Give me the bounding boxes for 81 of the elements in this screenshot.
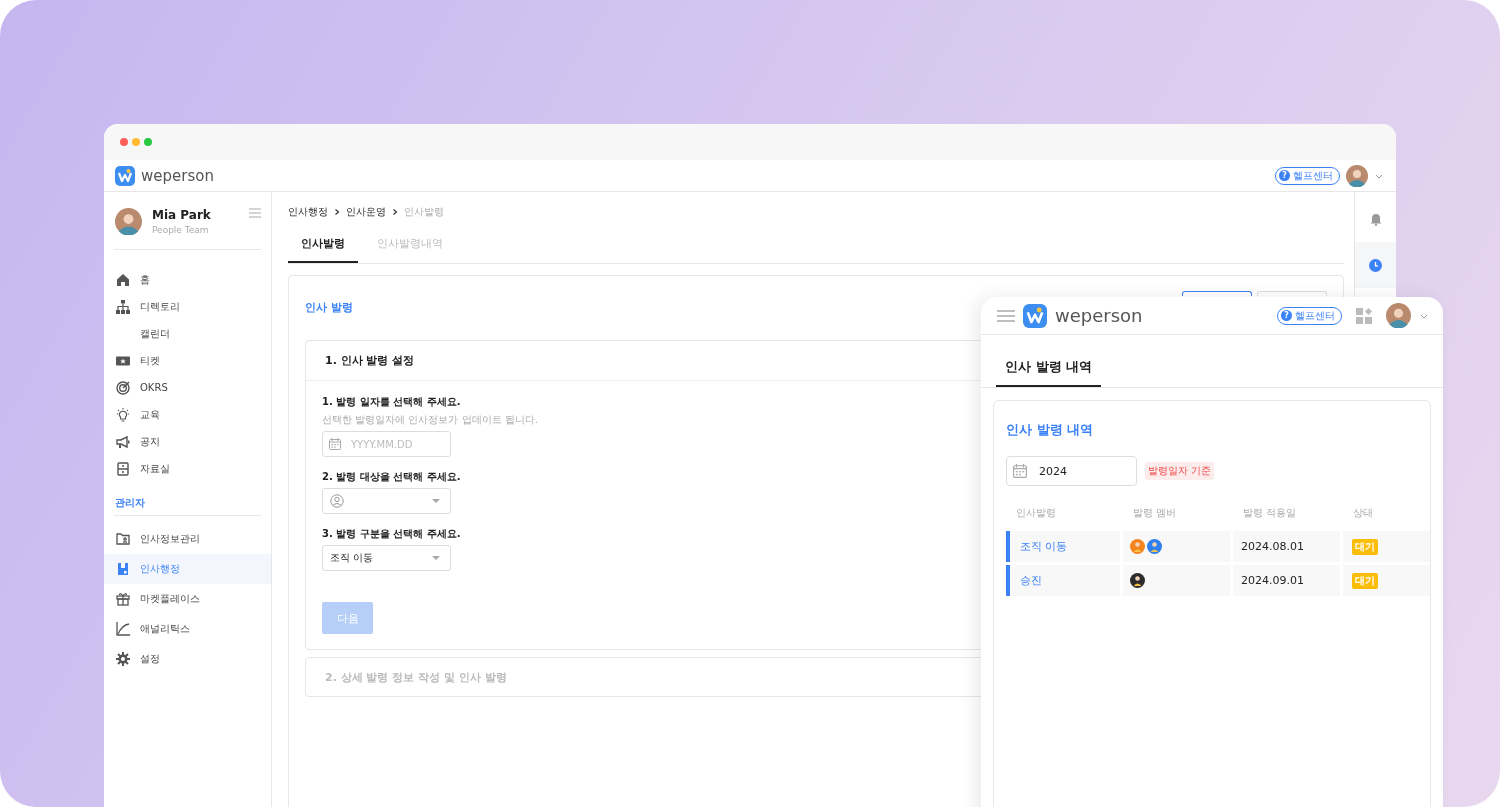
calendar-icon (329, 438, 341, 450)
column-header: 발령 적용일 (1242, 506, 1298, 520)
breadcrumb-item[interactable]: 인사행정 (288, 205, 328, 219)
maximize-dot[interactable] (144, 138, 152, 146)
home-icon (116, 272, 130, 287)
rail-button[interactable] (1355, 242, 1396, 288)
help-center-button[interactable]: ? 헬프센터 (1275, 166, 1340, 185)
target-icon (116, 380, 130, 395)
step-title: 2. 상세 발령 정보 작성 및 인사 발령 (325, 669, 507, 685)
column-header: 인사발령 (1015, 506, 1057, 520)
caret-icon (432, 498, 440, 504)
column-header: 발령 멤버 (1132, 506, 1178, 520)
doc-icon (116, 562, 130, 576)
field-label: 1. 발령 일자를 선택해 주세요. (322, 395, 461, 409)
bell-icon (1368, 212, 1383, 226)
table-cell: 2024.08.01 (1233, 531, 1340, 562)
nav-item[interactable]: 티켓 (104, 347, 271, 374)
menu-icon[interactable] (249, 208, 261, 218)
megaphone-icon (116, 434, 130, 449)
bulb-icon (116, 407, 130, 422)
avatar[interactable] (1346, 164, 1368, 187)
table-cell[interactable]: 승진 (1006, 565, 1120, 596)
nav-item[interactable]: 디렉토리 (104, 293, 271, 320)
section-heading: 관리자 (114, 496, 146, 510)
user-team: People Team (152, 225, 210, 235)
field-hint: 선택한 발령일자에 인사정보가 업데이트 됩니다. (322, 413, 538, 427)
nav-item[interactable]: 공지 (104, 428, 271, 455)
avatar[interactable] (1386, 303, 1411, 328)
tab[interactable]: 인사발령 (288, 227, 358, 263)
table-cell: 2024.09.01 (1233, 565, 1340, 596)
clock-icon (1369, 258, 1382, 272)
close-dot[interactable] (120, 138, 128, 146)
column-header: 상태 (1352, 506, 1374, 520)
cabinet-icon (116, 461, 130, 476)
folder-icon (116, 532, 130, 546)
nav-item[interactable]: 교육 (104, 401, 271, 428)
outline-button[interactable] (1182, 291, 1252, 296)
type-select[interactable]: 조직 이동 (322, 545, 451, 571)
status-badge: 대기 (1352, 538, 1378, 555)
status-badge: 대기 (1352, 572, 1378, 589)
table-cell[interactable]: 조직 이동 (1006, 531, 1120, 562)
gear-icon (116, 652, 130, 666)
year-field[interactable]: 2024 (1006, 456, 1137, 486)
nav-item[interactable]: 인사행정 (104, 554, 271, 584)
filter-tag: 발령일자 기준 (1145, 462, 1215, 480)
field-label: 2. 발령 대상을 선택해 주세요. (322, 470, 461, 484)
card-title: 인사 발령 (305, 300, 353, 315)
caret-icon (432, 555, 440, 561)
tab[interactable]: 인사 발령 내역 (996, 350, 1102, 387)
minimize-dot[interactable] (132, 138, 140, 146)
avatar (115, 208, 142, 235)
gift-icon (116, 592, 130, 606)
nav-item[interactable]: 마켓플레이스 (104, 584, 271, 614)
tree-icon (116, 299, 130, 314)
date-field[interactable]: YYYY.MM.DD (322, 431, 451, 457)
person-select[interactable] (322, 488, 451, 514)
apps-icon[interactable] (1356, 307, 1372, 324)
field-label: 3. 발령 구분을 선택해 주세요. (322, 527, 461, 541)
menu-icon[interactable] (997, 309, 1015, 322)
card-title: 인사 발령 내역 (1006, 421, 1095, 439)
help-center-button[interactable]: ? 헬프센터 (1277, 306, 1342, 325)
nav-item[interactable]: OKRS (104, 374, 271, 401)
nav-item[interactable]: 캘린더 (104, 320, 271, 347)
chevron-right-icon (391, 208, 399, 216)
breadcrumb-item[interactable]: 인사운영 (346, 205, 386, 219)
chart-icon (116, 622, 130, 636)
breadcrumb-item: 인사발령 (404, 205, 444, 219)
chevron-right-icon (333, 208, 341, 216)
user-icon (330, 494, 344, 508)
logo-icon (1023, 303, 1047, 328)
nav-item[interactable]: 인사정보관리 (104, 524, 271, 554)
nav-item[interactable]: 자료실 (104, 455, 271, 482)
nav-item[interactable]: 설정 (104, 644, 271, 674)
logo-text: weperson (141, 166, 214, 185)
step-title: 1. 인사 발령 설정 (325, 353, 415, 368)
logo-icon (115, 165, 135, 186)
nav-item[interactable]: 홈 (104, 266, 271, 293)
logo-text: weperson (1055, 305, 1143, 326)
nav-item[interactable]: 애널리틱스 (104, 614, 271, 644)
user-name: Mia Park (152, 208, 212, 222)
calendar-icon (1013, 464, 1027, 478)
